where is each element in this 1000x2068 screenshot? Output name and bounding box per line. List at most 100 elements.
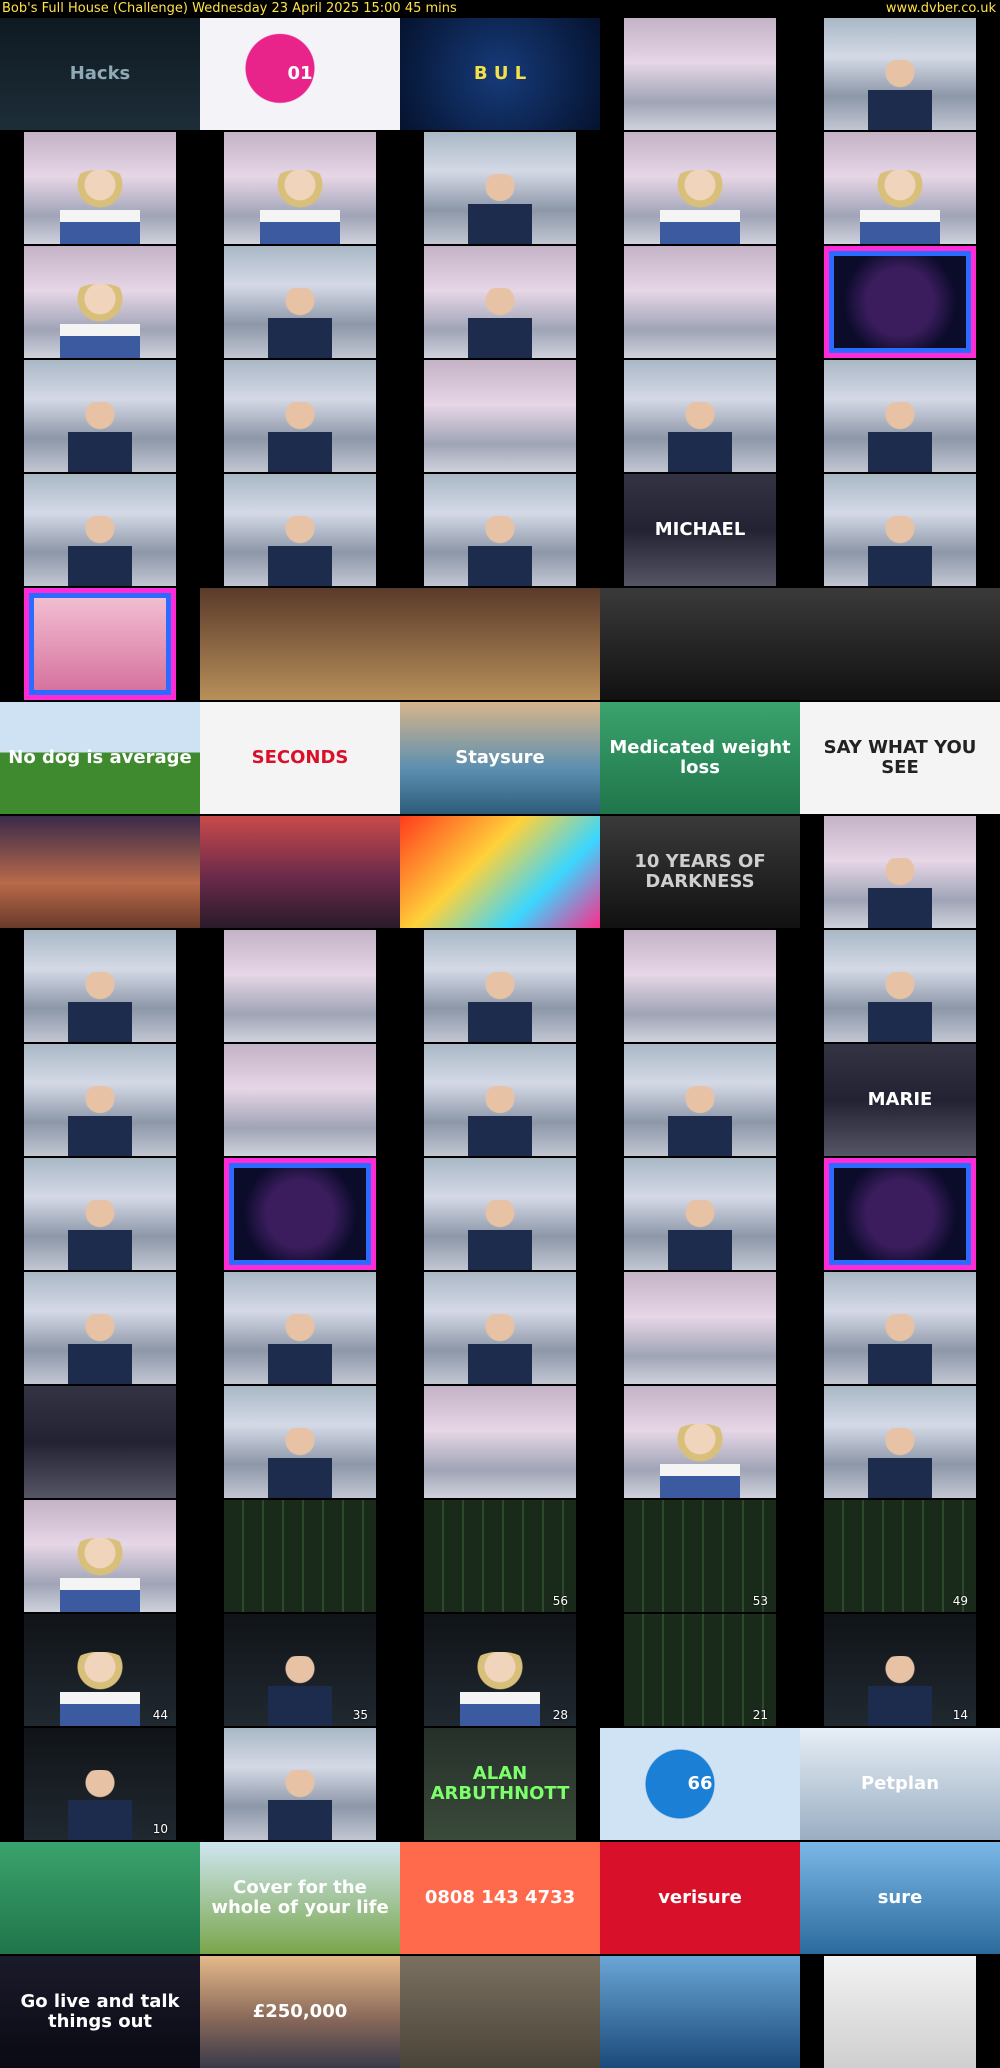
thumbnail-cell[interactable] xyxy=(200,588,400,700)
thumbnail-cell[interactable]: SECONDS xyxy=(200,702,400,814)
thumbnail-cell[interactable]: 10 xyxy=(0,1728,200,1840)
thumbnail-cell[interactable]: 01 xyxy=(200,18,400,130)
thumbnail-cell[interactable] xyxy=(800,360,1000,472)
thumbnail-cell[interactable] xyxy=(800,588,1000,700)
thumbnail-cell[interactable] xyxy=(800,474,1000,586)
thumbnail-cell[interactable] xyxy=(400,1158,600,1270)
thumbnail-cell[interactable] xyxy=(200,1500,400,1612)
thumbnail-cell[interactable]: SAY WHAT YOU SEE xyxy=(800,702,1000,814)
thumbnail-cell[interactable]: Medicated weight loss xyxy=(600,702,800,814)
thumbnail-cell[interactable]: 35 xyxy=(200,1614,400,1726)
thumbnail-cell[interactable] xyxy=(0,1842,200,1954)
thumbnail-cell[interactable] xyxy=(400,360,600,472)
thumbnail-cell[interactable] xyxy=(600,588,800,700)
thumbnail-cell[interactable]: Cover for the whole of your life xyxy=(200,1842,400,1954)
thumbnail-cell[interactable]: 53 xyxy=(600,1500,800,1612)
thumbnail-cell[interactable] xyxy=(200,930,400,1042)
thumbnail-cell[interactable] xyxy=(400,1386,600,1498)
thumbnail-cell[interactable]: MICHAEL xyxy=(600,474,800,586)
thumbnail-cell[interactable] xyxy=(200,1272,400,1384)
thumbnail-cell[interactable]: 66 xyxy=(600,1728,800,1840)
thumbnail-cell[interactable]: sure xyxy=(800,1842,1000,1954)
thumbnail-cell[interactable] xyxy=(400,246,600,358)
thumbnail-cell[interactable] xyxy=(600,930,800,1042)
thumbnail-cell[interactable] xyxy=(0,246,200,358)
thumbnail-cell[interactable]: ALAN ARBUTHNOTT xyxy=(400,1728,600,1840)
thumbnail-cell[interactable] xyxy=(0,474,200,586)
thumbnail-image xyxy=(624,1044,776,1156)
thumbnail-cell[interactable]: MARIE xyxy=(800,1044,1000,1156)
thumbnail-cell[interactable] xyxy=(0,360,200,472)
thumbnail-cell[interactable] xyxy=(400,1044,600,1156)
thumbnail-cell[interactable]: verisure xyxy=(600,1842,800,1954)
thumbnail-cell[interactable] xyxy=(600,1386,800,1498)
thumbnail-cell[interactable]: 21 xyxy=(600,1614,800,1726)
thumbnail-cell[interactable] xyxy=(200,1044,400,1156)
thumbnail-image xyxy=(624,132,776,244)
thumbnail-cell[interactable]: 0808 143 4733 xyxy=(400,1842,600,1954)
thumbnail-image xyxy=(824,816,976,928)
thumbnail-cell[interactable] xyxy=(200,360,400,472)
thumbnail-cell[interactable] xyxy=(800,1158,1000,1270)
thumbnail-cell[interactable] xyxy=(0,132,200,244)
thumbnail-image xyxy=(824,1956,976,2068)
thumbnail-cell[interactable] xyxy=(200,1386,400,1498)
thumbnail-cell[interactable] xyxy=(0,1500,200,1612)
thumbnail-cell[interactable] xyxy=(0,1044,200,1156)
thumbnail-cell[interactable] xyxy=(400,930,600,1042)
thumbnail-caption: Go live and talk things out xyxy=(20,1991,180,2032)
thumbnail-cell[interactable] xyxy=(400,474,600,586)
thumbnail-cell[interactable] xyxy=(800,816,1000,928)
thumbnail-cell[interactable] xyxy=(400,588,600,700)
thumbnail-cell[interactable]: 44 xyxy=(0,1614,200,1726)
thumbnail-cell[interactable] xyxy=(200,132,400,244)
thumbnail-cell[interactable] xyxy=(0,1386,200,1498)
thumbnail-cell[interactable] xyxy=(0,930,200,1042)
thumbnail-cell[interactable] xyxy=(400,816,600,928)
thumbnail-cell[interactable] xyxy=(400,1956,600,2068)
presenter-figure xyxy=(868,516,932,586)
thumbnail-cell[interactable]: 14 xyxy=(800,1614,1000,1726)
thumbnail-cell[interactable]: Petplan xyxy=(800,1728,1000,1840)
thumbnail-cell[interactable]: No dog is average xyxy=(0,702,200,814)
thumbnail-cell[interactable] xyxy=(800,1386,1000,1498)
thumbnail-row: 10 ALAN ARBUTHNOTT 66 Petplan xyxy=(0,1728,1000,1840)
thumbnail-cell[interactable]: 49 xyxy=(800,1500,1000,1612)
thumbnail-cell[interactable] xyxy=(200,1158,400,1270)
thumbnail-cell[interactable] xyxy=(400,132,600,244)
thumbnail-cell[interactable]: Hacks xyxy=(0,18,200,130)
thumbnail-cell[interactable] xyxy=(600,360,800,472)
thumbnail-cell[interactable]: B U L xyxy=(400,18,600,130)
thumbnail-row xyxy=(0,930,1000,1042)
thumbnail-cell[interactable] xyxy=(600,1044,800,1156)
thumbnail-cell[interactable]: £250,000 xyxy=(200,1956,400,2068)
thumbnail-cell[interactable] xyxy=(600,1272,800,1384)
thumbnail-cell[interactable] xyxy=(800,1956,1000,2068)
thumbnail-cell[interactable]: Go live and talk things out xyxy=(0,1956,200,2068)
thumbnail-cell[interactable] xyxy=(800,1272,1000,1384)
thumbnail-cell[interactable]: 10 YEARS OF DARKNESS xyxy=(600,816,800,928)
thumbnail-cell[interactable] xyxy=(400,1272,600,1384)
thumbnail-cell[interactable] xyxy=(600,1956,800,2068)
thumbnail-row: 10 YEARS OF DARKNESS xyxy=(0,816,1000,928)
thumbnail-cell[interactable] xyxy=(800,930,1000,1042)
thumbnail-cell[interactable] xyxy=(600,132,800,244)
thumbnail-cell[interactable] xyxy=(800,18,1000,130)
thumbnail-cell[interactable] xyxy=(0,1158,200,1270)
thumbnail-cell[interactable] xyxy=(200,1728,400,1840)
thumbnail-cell[interactable] xyxy=(0,588,200,700)
site-link[interactable]: www.dvber.co.uk xyxy=(886,0,996,17)
thumbnail-cell[interactable] xyxy=(0,1272,200,1384)
thumbnail-cell[interactable] xyxy=(200,474,400,586)
thumbnail-cell[interactable] xyxy=(600,18,800,130)
thumbnail-cell[interactable] xyxy=(0,816,200,928)
thumbnail-cell[interactable]: Staysure xyxy=(400,702,600,814)
thumbnail-cell[interactable] xyxy=(200,246,400,358)
thumbnail-cell[interactable] xyxy=(800,246,1000,358)
thumbnail-cell[interactable] xyxy=(600,1158,800,1270)
thumbnail-cell[interactable]: 56 xyxy=(400,1500,600,1612)
thumbnail-cell[interactable]: 28 xyxy=(400,1614,600,1726)
thumbnail-cell[interactable] xyxy=(600,246,800,358)
thumbnail-cell[interactable] xyxy=(800,132,1000,244)
thumbnail-cell[interactable] xyxy=(200,816,400,928)
